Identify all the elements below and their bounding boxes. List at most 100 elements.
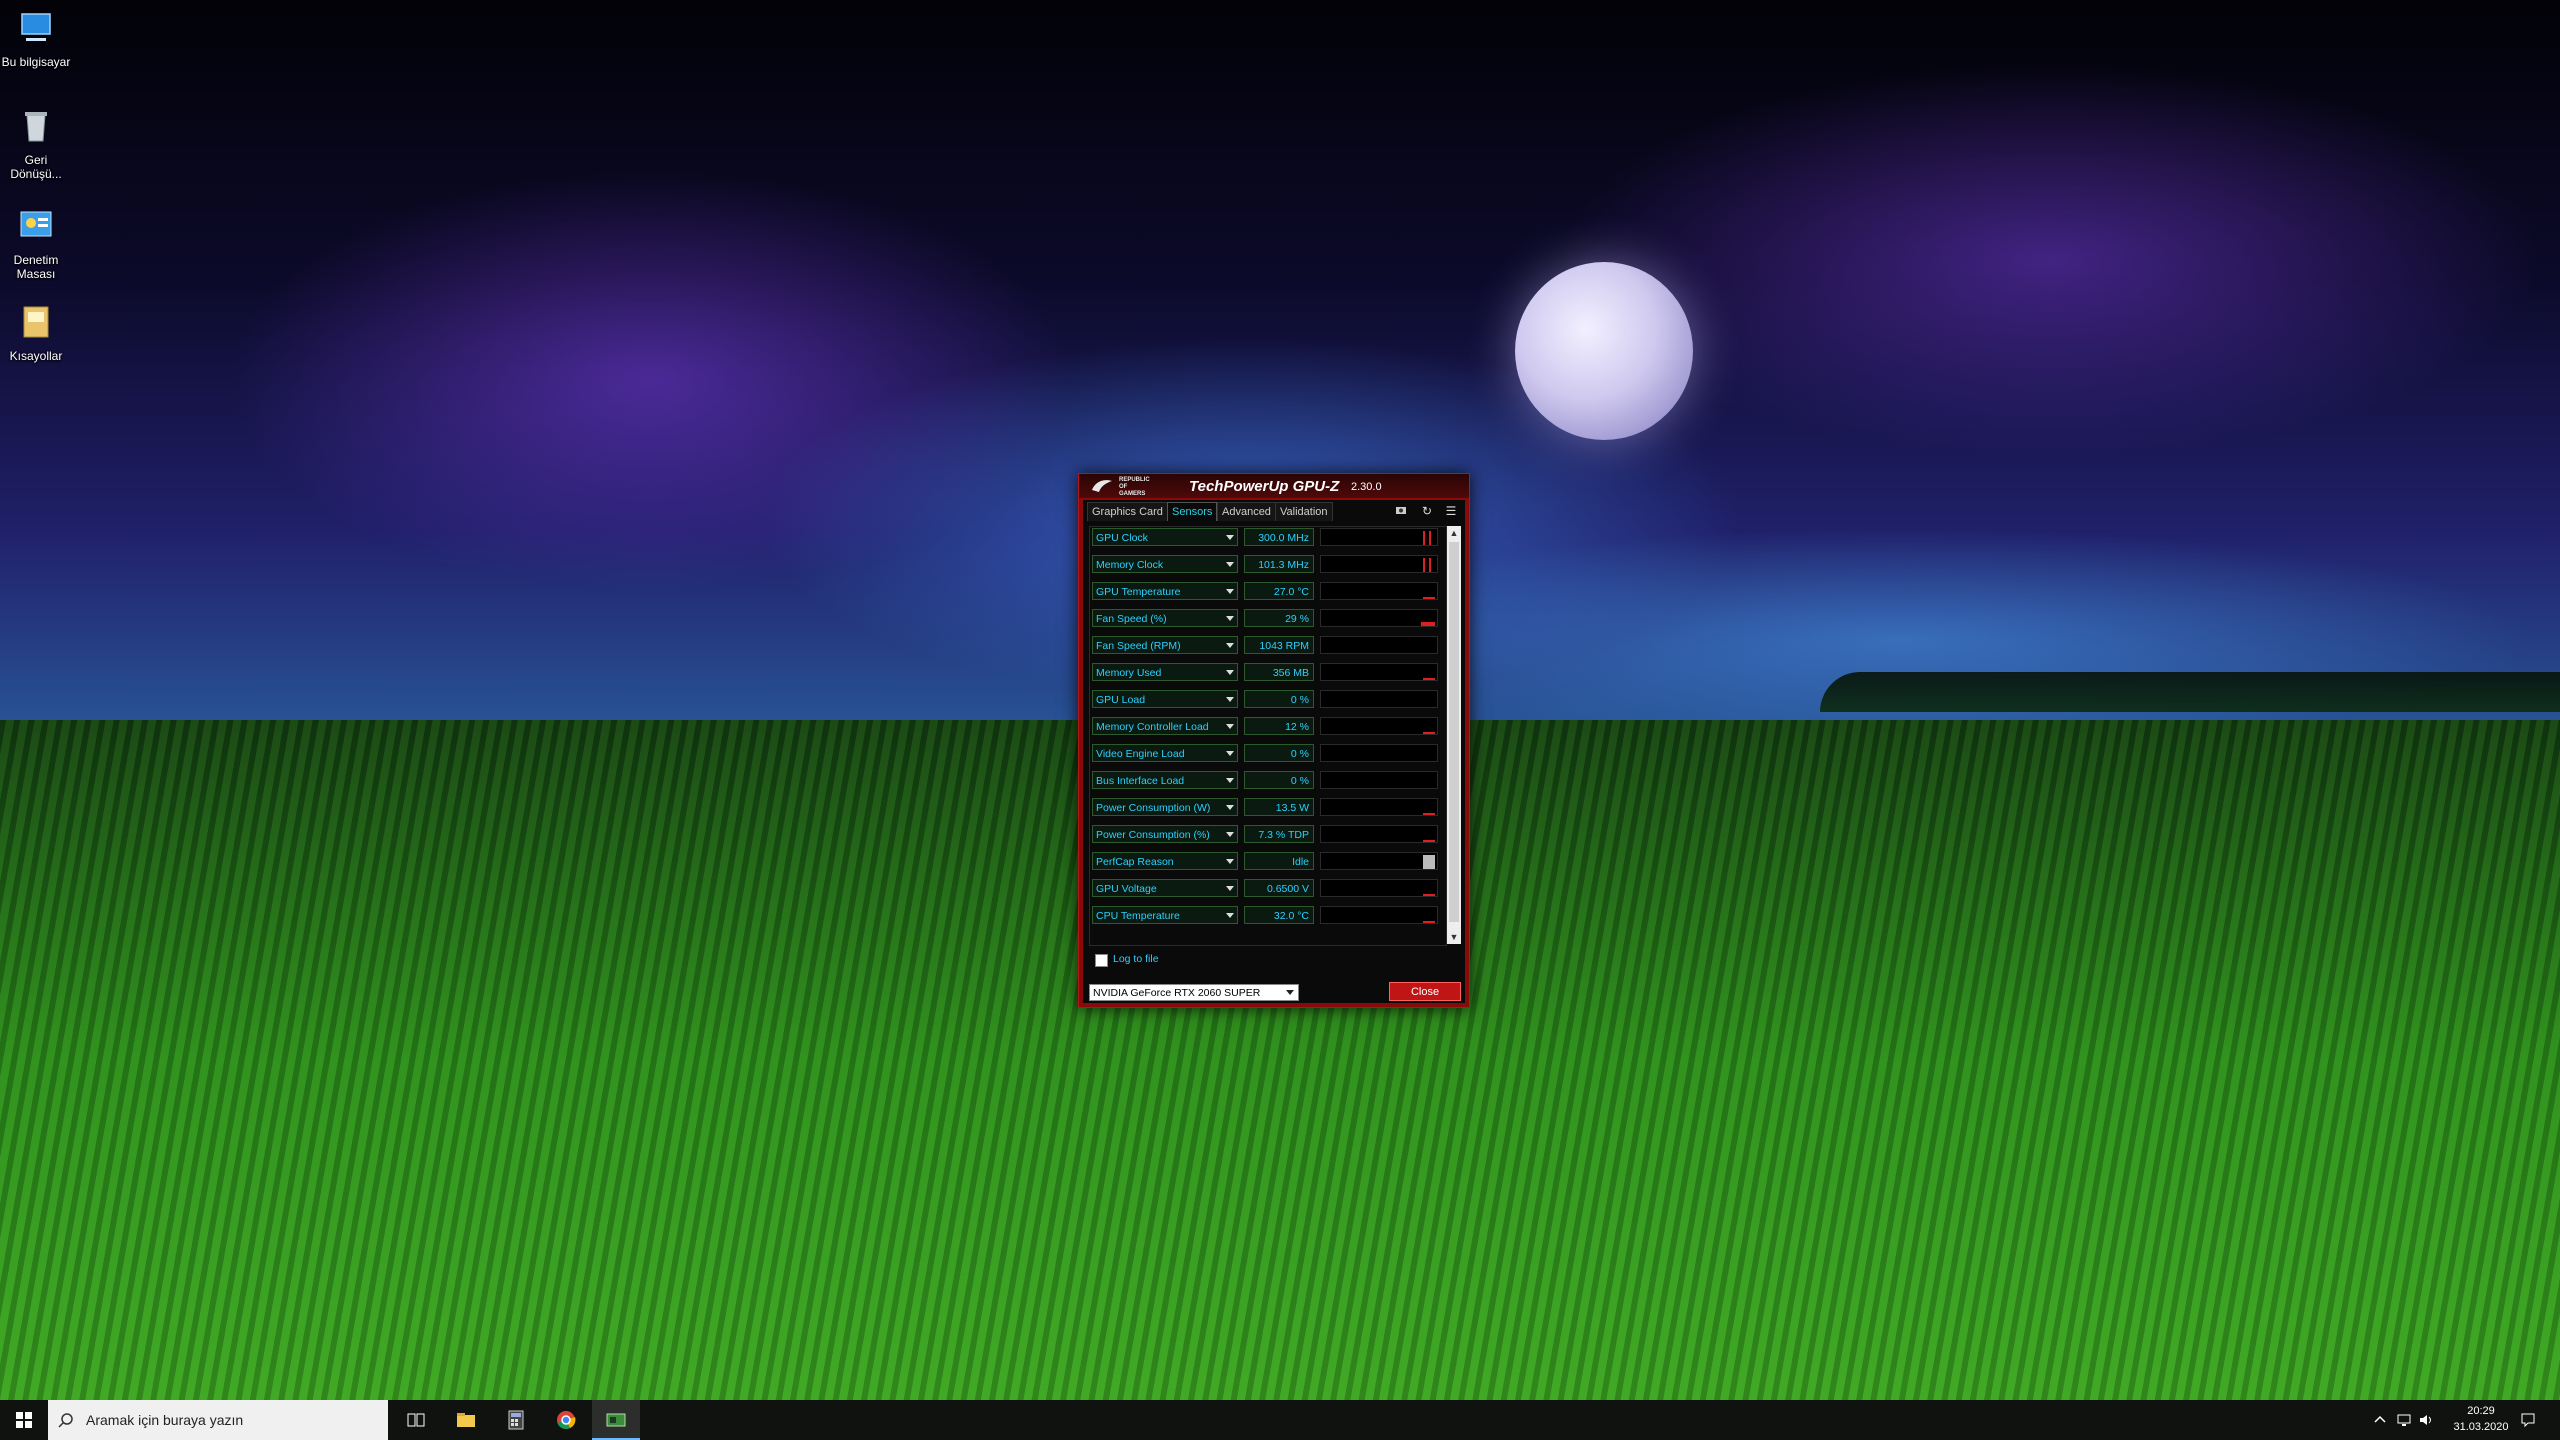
sensor-value: 32.0 °C	[1244, 906, 1314, 924]
graph-bar	[1423, 813, 1435, 815]
sensor-name-dropdown[interactable]: Memory Used	[1092, 663, 1238, 681]
sensor-name-dropdown[interactable]: GPU Load	[1092, 690, 1238, 708]
sensor-name: Memory Clock	[1096, 559, 1164, 571]
sensor-name-dropdown[interactable]: GPU Temperature	[1092, 582, 1238, 600]
sensor-value: 7.3 % TDP	[1244, 825, 1314, 843]
taskbar-app-gpuz[interactable]	[592, 1400, 640, 1440]
chevron-down-icon	[1226, 886, 1234, 891]
taskbar-search[interactable]: Aramak için buraya yazın	[48, 1400, 388, 1440]
sensor-row: GPU Load 0 %	[1090, 689, 1446, 709]
graph-bar	[1423, 840, 1435, 842]
chevron-down-icon	[1226, 832, 1234, 837]
network-icon[interactable]	[2396, 1412, 2412, 1428]
sensor-name: Fan Speed (%)	[1096, 613, 1167, 625]
sensor-value: 0.6500 V	[1244, 879, 1314, 897]
tab-advanced[interactable]: Advanced	[1217, 502, 1276, 521]
chevron-down-icon	[1226, 616, 1234, 621]
sensor-name-dropdown[interactable]: GPU Voltage	[1092, 879, 1238, 897]
sensor-graph	[1320, 609, 1438, 627]
clock-time: 20:29	[2467, 1405, 2495, 1417]
sensor-name-dropdown[interactable]: Memory Controller Load	[1092, 717, 1238, 735]
app-version: 2.30.0	[1351, 481, 1382, 493]
chevron-down-icon	[1226, 859, 1234, 864]
gpu-select-value: NVIDIA GeForce RTX 2060 SUPER	[1093, 987, 1261, 999]
taskbar-app-calculator[interactable]	[492, 1400, 540, 1440]
taskbar: Aramak için buraya yazın 20:29 31.03.202…	[0, 1400, 2560, 1440]
volume-icon[interactable]	[2418, 1412, 2434, 1428]
sensor-name-dropdown[interactable]: Power Consumption (%)	[1092, 825, 1238, 843]
control-panel-icon	[20, 211, 52, 237]
sensor-graph	[1320, 879, 1438, 897]
desktop-icon-control-panel[interactable]: Denetim Masası	[0, 206, 72, 281]
graph-bar	[1421, 622, 1435, 626]
sensor-value: 29 %	[1244, 609, 1314, 627]
sensor-graph	[1320, 663, 1438, 681]
graph-bar	[1423, 921, 1435, 923]
sensor-row: Memory Used 356 MB	[1090, 662, 1446, 682]
sensor-name-dropdown[interactable]: GPU Clock	[1092, 528, 1238, 546]
start-button[interactable]	[0, 1400, 48, 1440]
gpuz-window: REPUBLIC OF GAMERS TechPowerUp GPU-Z 2.3…	[1078, 473, 1470, 1008]
file-explorer-icon	[457, 1413, 475, 1427]
sensor-graph	[1320, 717, 1438, 735]
tab-validation[interactable]: Validation	[1275, 502, 1333, 521]
sensor-name: Bus Interface Load	[1096, 775, 1185, 787]
sensor-value: 0 %	[1244, 744, 1314, 762]
sensor-name: Power Consumption (W)	[1096, 802, 1211, 814]
notification-icon[interactable]	[2520, 1412, 2536, 1428]
wallpaper-moon	[1515, 262, 1693, 440]
sensor-name-dropdown[interactable]: Fan Speed (RPM)	[1092, 636, 1238, 654]
desktop-icon-shortcuts[interactable]: Kısayollar	[0, 302, 72, 363]
sensor-name-dropdown[interactable]: Fan Speed (%)	[1092, 609, 1238, 627]
wallpaper-treeline	[1820, 672, 2560, 712]
graph-bar	[1423, 558, 1425, 572]
sensor-row: Power Consumption (%) 7.3 % TDP	[1090, 824, 1446, 844]
desktop-icon-this-pc[interactable]: Bu bilgisayar	[0, 8, 72, 69]
gpuz-titlebar[interactable]: REPUBLIC OF GAMERS TechPowerUp GPU-Z 2.3…	[1079, 474, 1469, 498]
desktop-icon-label: Bu bilgisayar	[1, 55, 71, 69]
taskbar-app-chrome[interactable]	[542, 1400, 590, 1440]
sensor-name-dropdown[interactable]: Bus Interface Load	[1092, 771, 1238, 789]
task-view-button[interactable]	[392, 1400, 440, 1440]
sensor-value: 27.0 °C	[1244, 582, 1314, 600]
scroll-down-icon[interactable]: ▼	[1447, 930, 1461, 944]
scroll-thumb[interactable]	[1449, 542, 1459, 922]
sensor-name-dropdown[interactable]: Memory Clock	[1092, 555, 1238, 573]
sensor-name: GPU Load	[1096, 694, 1146, 706]
sensor-name: CPU Temperature	[1096, 910, 1180, 922]
screenshot-camera-icon[interactable]	[1393, 503, 1409, 519]
sensor-value: 101.3 MHz	[1244, 555, 1314, 573]
refresh-icon[interactable]: ↻	[1419, 503, 1435, 519]
sensor-graph	[1320, 798, 1438, 816]
sensor-name-dropdown[interactable]: Video Engine Load	[1092, 744, 1238, 762]
scroll-up-icon[interactable]: ▲	[1447, 526, 1461, 540]
chevron-down-icon	[1226, 913, 1234, 918]
sensor-name: GPU Temperature	[1096, 586, 1181, 598]
sensor-name-dropdown[interactable]: CPU Temperature	[1092, 906, 1238, 924]
taskbar-clock[interactable]: 20:29 31.03.2020	[2436, 1403, 2526, 1435]
desktop-icon-label: Denetim Masası	[13, 253, 59, 281]
sensor-name-dropdown[interactable]: PerfCap Reason	[1092, 852, 1238, 870]
sensor-name-dropdown[interactable]: Power Consumption (W)	[1092, 798, 1238, 816]
graph-bar	[1423, 597, 1435, 599]
menu-hamburger-icon[interactable]: ☰	[1443, 503, 1459, 519]
log-to-file-checkbox[interactable]	[1095, 954, 1108, 967]
tray-chevron-up-icon[interactable]	[2372, 1412, 2388, 1428]
sensor-row: Video Engine Load 0 %	[1090, 743, 1446, 763]
sensor-scrollbar[interactable]: ▲ ▼	[1447, 526, 1461, 944]
tab-sensors[interactable]: Sensors	[1167, 502, 1218, 521]
close-button[interactable]: Close	[1389, 982, 1461, 1001]
windows-logo-icon	[16, 1412, 32, 1428]
sensor-row: Memory Clock 101.3 MHz	[1090, 554, 1446, 574]
desktop-icon-recycle-bin[interactable]: Geri Dönüşü...	[0, 106, 72, 181]
chevron-down-icon	[1286, 990, 1294, 995]
sensor-graph	[1320, 906, 1438, 924]
clock-date: 31.03.2020	[2453, 1421, 2509, 1433]
tab-graphics-card[interactable]: Graphics Card	[1087, 502, 1168, 521]
chevron-down-icon	[1226, 589, 1234, 594]
taskbar-app-file-explorer[interactable]	[442, 1400, 490, 1440]
sensor-graph	[1320, 744, 1438, 762]
chevron-down-icon	[1226, 751, 1234, 756]
gpu-select-dropdown[interactable]: NVIDIA GeForce RTX 2060 SUPER	[1089, 984, 1299, 1001]
folder-icon	[23, 306, 49, 338]
